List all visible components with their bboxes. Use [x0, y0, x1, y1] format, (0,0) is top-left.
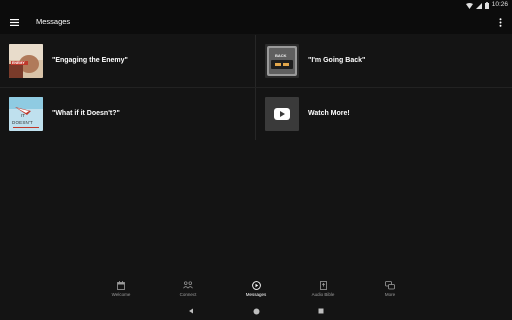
nav-item-welcome[interactable]: Welcome — [91, 280, 151, 300]
chat-bubbles-icon — [385, 280, 395, 290]
bible-icon — [318, 280, 328, 290]
nav-item-audio-bible[interactable]: Audio Bible — [293, 280, 353, 300]
message-title: "Engaging the Enemy" — [52, 57, 128, 64]
page-title: Messages — [36, 17, 71, 26]
app-bar: Messages — [0, 10, 512, 34]
message-title: "What if it Doesn't?" — [52, 110, 120, 117]
nav-label: Messages — [245, 292, 267, 297]
youtube-play-icon — [265, 97, 299, 131]
nav-item-more[interactable]: More — [360, 280, 420, 300]
nav-label: Audio Bible — [311, 292, 335, 297]
app-screen: 10:26 Messages ENEMY "Engaging the Enemy… — [0, 0, 512, 320]
im-going-back-artwork: BACK — [265, 44, 299, 78]
messages-grid: ENEMY "Engaging the Enemy" BACK "I'm Goi… — [0, 34, 512, 274]
thumb-text: ENEMY — [12, 61, 25, 65]
people-icon — [183, 280, 193, 290]
system-navigation-bar — [0, 302, 512, 320]
calendar-icon — [116, 280, 126, 290]
status-bar: 10:26 — [0, 0, 512, 10]
nav-item-connect[interactable]: Connect — [158, 280, 218, 300]
bottom-navigation: Welcome Connect Messages Audio Bible Mor… — [0, 276, 512, 302]
nav-label: Connect — [179, 292, 197, 297]
what-if-it-doesnt-artwork: IT DOESN'T — [9, 97, 43, 131]
home-icon[interactable] — [251, 306, 261, 316]
message-title: "I'm Going Back" — [308, 57, 366, 64]
engaging-the-enemy-artwork: ENEMY — [9, 44, 43, 78]
status-time: 10:26 — [491, 1, 508, 8]
message-tile-im-going-back[interactable]: BACK "I'm Going Back" — [256, 35, 512, 87]
nav-label: Welcome — [111, 292, 131, 297]
recents-icon[interactable] — [316, 306, 326, 316]
message-tile-what-if-it-doesnt[interactable]: IT DOESN'T "What if it Doesn't?" — [0, 88, 256, 140]
thumb-text: BACK — [275, 53, 287, 58]
thumb-text-top: IT — [21, 113, 25, 118]
message-tile-watch-more[interactable]: Watch More! — [256, 88, 512, 140]
hamburger-menu-icon[interactable] — [7, 16, 21, 28]
message-title: Watch More! — [308, 110, 350, 117]
thumb-text: DOESN'T — [12, 120, 34, 125]
status-icons: 10:26 — [465, 1, 508, 9]
message-tile-engaging-the-enemy[interactable]: ENEMY "Engaging the Enemy" — [0, 35, 256, 87]
more-vertical-icon[interactable] — [496, 16, 504, 28]
nav-item-messages[interactable]: Messages — [226, 280, 286, 300]
back-icon[interactable] — [186, 306, 196, 316]
nav-label: More — [384, 292, 396, 297]
play-circle-icon — [251, 280, 261, 290]
